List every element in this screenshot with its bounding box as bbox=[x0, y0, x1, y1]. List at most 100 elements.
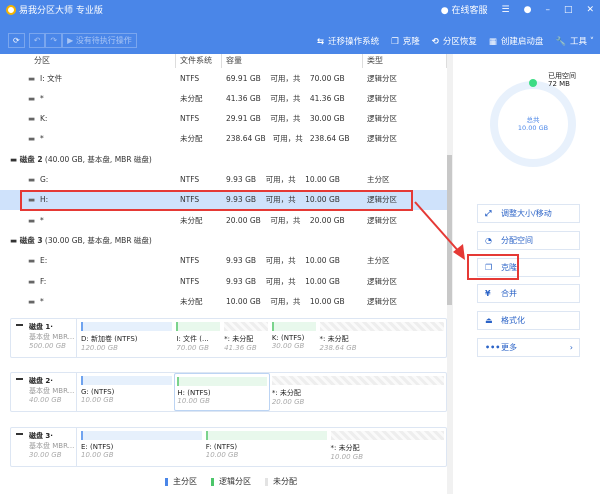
disk-map[interactable]: 磁盘 1· 基本盘 MBR... 500.00 GB D: 新加卷 (NTFS) 120… bbox=[10, 318, 447, 358]
col-capacity[interactable]: 容量 bbox=[222, 54, 363, 68]
support-button[interactable]: ● 在线客服 bbox=[441, 3, 488, 16]
apply-pending-button[interactable]: ▶ 没有待执行操作 bbox=[62, 33, 137, 48]
resize-move-button[interactable]: ⤢ 调整大小/移动 bbox=[477, 204, 580, 223]
partition-pane: 分区 文件系统 容量 类型 ▬ I: 文件 NTFS 69.91 GB 可用，共 70… bbox=[0, 54, 447, 494]
disk-map-info: 磁盘 2· 基本盘 MBR... 40.00 GB bbox=[11, 373, 77, 411]
drive-icon: ▬ bbox=[28, 73, 36, 83]
partition-bar bbox=[81, 376, 173, 385]
partition-block[interactable]: E: (NTFS) 10.00 GB bbox=[79, 428, 204, 466]
legend-logical-label: 逻辑分区 bbox=[219, 477, 251, 486]
capacity: 238.64 GB 可用，共 238.64 GB bbox=[226, 134, 350, 144]
partition-block[interactable]: *: 未分配 41.36 GB bbox=[222, 319, 270, 357]
collapse-icon[interactable] bbox=[16, 324, 23, 326]
collapse-icon[interactable] bbox=[16, 433, 23, 435]
app-title: 易我分区大师 专业版 bbox=[19, 6, 103, 16]
table-row[interactable]: ▬ * 未分配 41.36 GB 可用，共 41.36 GB 逻辑分区 bbox=[0, 88, 447, 108]
filesystem: 未分配 bbox=[180, 134, 203, 144]
table-row[interactable]: ▬ G: NTFS 9.93 GB 可用，共 10.00 GB 主分区 bbox=[0, 170, 447, 190]
partition-block[interactable]: I: 文件 (... 70.00 GB bbox=[174, 319, 222, 357]
merge-icon: ¥ bbox=[485, 289, 491, 298]
partition-block[interactable]: K: (NTFS) 30.00 GB bbox=[270, 319, 318, 357]
col-partition[interactable]: 分区 bbox=[0, 54, 176, 68]
minimize-icon[interactable]: – bbox=[545, 5, 550, 15]
partition-name: I: 文件 bbox=[40, 73, 63, 83]
partition-block-size: 10.00 GB bbox=[81, 451, 114, 459]
partition-block-size: 10.00 GB bbox=[177, 397, 210, 405]
partition-block[interactable]: *: 未分配 20.00 GB bbox=[270, 373, 446, 411]
menu-icon[interactable]: ☰ bbox=[502, 5, 510, 15]
filesystem: NTFS bbox=[180, 256, 200, 266]
table-row[interactable]: ▬ * 未分配 20.00 GB 可用，共 20.00 GB 逻辑分区 bbox=[0, 210, 447, 230]
partition-name: * bbox=[40, 296, 44, 306]
table-row[interactable]: ▬ * 未分配 10.00 GB 可用，共 10.00 GB 逻辑分区 bbox=[0, 291, 447, 311]
partition-block-size: 70.00 GB bbox=[176, 344, 209, 352]
migrate-os-button[interactable]: ⇆ 迁移操作系统 bbox=[317, 35, 379, 47]
undo-button[interactable]: ↶ bbox=[28, 33, 46, 48]
disk-map-type: 基本盘 MBR... bbox=[29, 387, 75, 395]
format-icon: ⏏ bbox=[485, 316, 493, 325]
disk-map[interactable]: 磁盘 3· 基本盘 MBR... 30.00 GB E: (NTFS) 10.00 GB… bbox=[10, 427, 447, 467]
partition-block[interactable]: F: (NTFS) 10.00 GB bbox=[204, 428, 329, 466]
drive-icon: ▬ bbox=[28, 276, 36, 286]
capacity: 9.93 GB 可用，共 10.00 GB bbox=[226, 175, 340, 184]
allocate-space-button[interactable]: ◔ 分配空间 bbox=[477, 231, 580, 250]
support-label: 在线客服 bbox=[451, 6, 488, 16]
collapse-icon[interactable] bbox=[16, 378, 23, 380]
partition-bar bbox=[205, 431, 327, 440]
wrench-icon: 🔧 bbox=[555, 37, 567, 47]
partition-bar bbox=[330, 431, 444, 440]
legend: 主分区 逻辑分区 未分配 bbox=[165, 476, 297, 487]
refresh-button[interactable]: ⟳ bbox=[8, 33, 25, 48]
table-row[interactable]: ▬ K: NTFS 29.91 GB 可用，共 30.00 GB 逻辑分区 bbox=[0, 109, 447, 129]
annotation-arrow-icon bbox=[414, 201, 465, 260]
partition-bar bbox=[271, 376, 444, 385]
disk-map-size: 500.00 GB bbox=[29, 342, 66, 350]
tools-button[interactable]: 🔧 工具 ˅ bbox=[555, 35, 594, 47]
disk-header-row[interactable]: ▬ 磁盘 3 (30.00 GB, 基本盘, MBR 磁盘) bbox=[0, 230, 447, 250]
partition-type: 主分区 bbox=[367, 256, 390, 266]
table-row[interactable]: ▬ * 未分配 238.64 GB 可用，共 238.64 GB 逻辑分区 bbox=[0, 129, 447, 149]
table-row[interactable]: ▬ E: NTFS 9.93 GB 可用，共 10.00 GB 主分区 bbox=[0, 251, 447, 271]
filesystem: 未分配 bbox=[180, 93, 203, 103]
drive-icon: ▬ bbox=[28, 296, 36, 306]
clone-button[interactable]: ❐ 克隆 bbox=[391, 35, 420, 47]
more-button[interactable]: ••• 更多 › bbox=[477, 338, 580, 357]
partition-block[interactable]: *: 未分配 10.00 GB bbox=[329, 428, 446, 466]
disk-map[interactable]: 磁盘 2· 基本盘 MBR... 40.00 GB G: (NTFS) 10.00 GB… bbox=[10, 372, 447, 412]
redo-button[interactable]: ↷ bbox=[45, 33, 63, 48]
col-type[interactable]: 类型 bbox=[363, 54, 447, 68]
partition-block[interactable]: H: (NTFS) 10.00 GB bbox=[174, 373, 270, 411]
format-button[interactable]: ⏏ 格式化 bbox=[477, 311, 580, 330]
partition-block[interactable]: *: 未分配 238.64 GB bbox=[318, 319, 446, 357]
partition-recovery-button[interactable]: ⟲ 分区恢复 bbox=[432, 35, 477, 47]
partition-bar bbox=[81, 322, 173, 331]
disk-map-name: 磁盘 1· bbox=[29, 323, 53, 331]
used-value: 72 MB bbox=[548, 80, 570, 88]
partition-bar bbox=[271, 322, 316, 331]
tools-label: 工具 bbox=[570, 37, 588, 47]
capacity: 10.00 GB 可用，共 10.00 GB bbox=[226, 296, 345, 306]
partition-block[interactable]: G: (NTFS) 10.00 GB bbox=[79, 373, 174, 411]
col-filesystem[interactable]: 文件系统 bbox=[176, 54, 222, 68]
partition-block-label: *: 未分配 bbox=[271, 389, 301, 397]
partition-type: 逻辑分区 bbox=[367, 93, 397, 103]
disk-header-row[interactable]: ▬ 磁盘 2 (40.00 GB, 基本盘, MBR 磁盘) bbox=[0, 149, 447, 169]
merge-button[interactable]: ¥ 合并 bbox=[477, 284, 580, 303]
clone-icon: ❐ bbox=[391, 37, 399, 47]
partition-block-label: G: (NTFS) bbox=[81, 388, 115, 396]
maximize-icon[interactable]: □ bbox=[564, 5, 573, 15]
help-icon[interactable]: ● bbox=[524, 5, 532, 15]
table-row[interactable]: ▬ I: 文件 NTFS 69.91 GB 可用，共 70.00 GB 逻辑分区 bbox=[0, 68, 447, 88]
close-icon[interactable]: ✕ bbox=[586, 5, 594, 15]
partition-block[interactable]: D: 新加卷 (NTFS) 120.00 GB bbox=[79, 319, 174, 357]
partition-block-label: *: 未分配 bbox=[319, 335, 349, 343]
partition-block-label: K: (NTFS) bbox=[271, 334, 305, 342]
filesystem: NTFS bbox=[180, 175, 200, 184]
drive-icon: ▬ bbox=[28, 175, 36, 184]
partition-name: G: bbox=[40, 175, 49, 184]
create-bootdisk-button[interactable]: ▦ 创建启动盘 bbox=[489, 35, 544, 47]
table-row[interactable]: ▬ F: NTFS 9.93 GB 可用，共 10.00 GB 逻辑分区 bbox=[0, 271, 447, 291]
capacity: 69.91 GB 可用，共 70.00 GB bbox=[226, 73, 345, 83]
partition-name: * bbox=[40, 134, 44, 144]
migrate-label: 迁移操作系统 bbox=[328, 37, 380, 47]
